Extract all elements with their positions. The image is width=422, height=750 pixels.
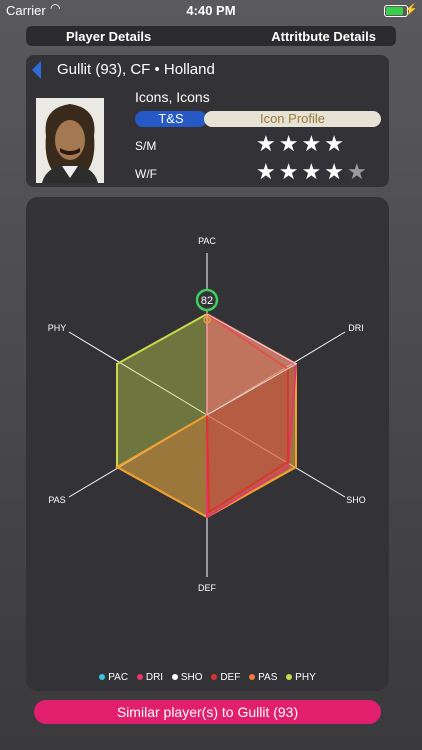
highlight-value: 82: [201, 295, 213, 307]
axis-label-dri: DRI: [348, 323, 364, 333]
skill-moves-stars: ★★★★: [256, 131, 347, 157]
player-card: Gullit (93), CF • Holland Icons, Icons T…: [26, 55, 389, 187]
status-bar: Carrier ◠ 4:40 PM ⚡: [0, 0, 422, 22]
radar-chart: PAC DRI SHO DEF PAS PHY 82: [48, 236, 366, 593]
legend-dot: [99, 674, 106, 681]
legend-label: DEF: [220, 672, 241, 683]
star-empty-icon: ★: [346, 159, 370, 184]
legend-label: SHO: [180, 672, 203, 683]
tab-attribute-details[interactable]: Attritbute Details: [271, 29, 376, 44]
radar-chart-card: PAC DRI SHO DEF PAS PHY 82 PAC DRI SHO D…: [26, 197, 389, 691]
legend-item-def[interactable]: DEF: [211, 672, 240, 683]
legend-item-pas[interactable]: PAS: [249, 672, 277, 683]
legend-dot: [286, 674, 293, 681]
charging-icon: ⚡: [404, 4, 418, 16]
tab-player-details[interactable]: Player Details: [66, 29, 151, 44]
legend-item-sho[interactable]: SHO: [171, 672, 203, 683]
legend-label: PHY: [295, 672, 316, 683]
star-icon: ★: [324, 159, 347, 184]
star-icon: ★: [256, 159, 279, 184]
legend-label: PAS: [258, 672, 278, 683]
legend-dot: [211, 674, 218, 681]
segment-tabs: Player Details Attritbute Details: [26, 26, 396, 46]
ts-badge[interactable]: T&S: [135, 111, 207, 127]
weak-foot-label: W/F: [135, 167, 157, 181]
skill-moves-label: S/M: [135, 139, 157, 153]
legend-dot: [249, 674, 256, 681]
star-icon: ★: [301, 159, 325, 184]
legend-item-pac[interactable]: PAC: [99, 672, 128, 683]
star-icon: ★: [256, 131, 279, 156]
club-label: Icons, Icons: [135, 89, 210, 105]
clock: 4:40 PM: [186, 3, 236, 18]
legend-item-phy[interactable]: PHY: [286, 672, 316, 683]
star-icon: ★: [278, 131, 302, 156]
similar-players-button[interactable]: Similar player(s) to Gullit (93): [34, 700, 381, 724]
axis-label-phy: PHY: [48, 323, 67, 333]
axis-label-sho: SHO: [346, 495, 366, 505]
star-icon: ★: [278, 159, 302, 184]
star-icon: ★: [301, 131, 325, 156]
chart-legend: PAC DRI SHO DEF PAS PHY: [26, 672, 389, 683]
weak-foot-stars: ★★★★★: [256, 159, 370, 185]
star-icon: ★: [324, 131, 347, 156]
legend-item-dri[interactable]: DRI: [136, 672, 164, 683]
axis-label-def: DEF: [198, 583, 217, 593]
legend-dot: [136, 674, 143, 681]
legend-dot: [171, 674, 178, 681]
legend-label: PAC: [108, 672, 129, 683]
icon-profile-badge[interactable]: Icon Profile: [204, 111, 381, 127]
legend-label: DRI: [145, 672, 164, 683]
axis-label-pac: PAC: [198, 236, 216, 246]
player-title: Gullit (93), CF • Holland: [57, 61, 215, 78]
player-photo: [36, 98, 104, 183]
axis-label-pas: PAS: [48, 495, 65, 505]
back-arrow-icon[interactable]: [32, 61, 41, 79]
